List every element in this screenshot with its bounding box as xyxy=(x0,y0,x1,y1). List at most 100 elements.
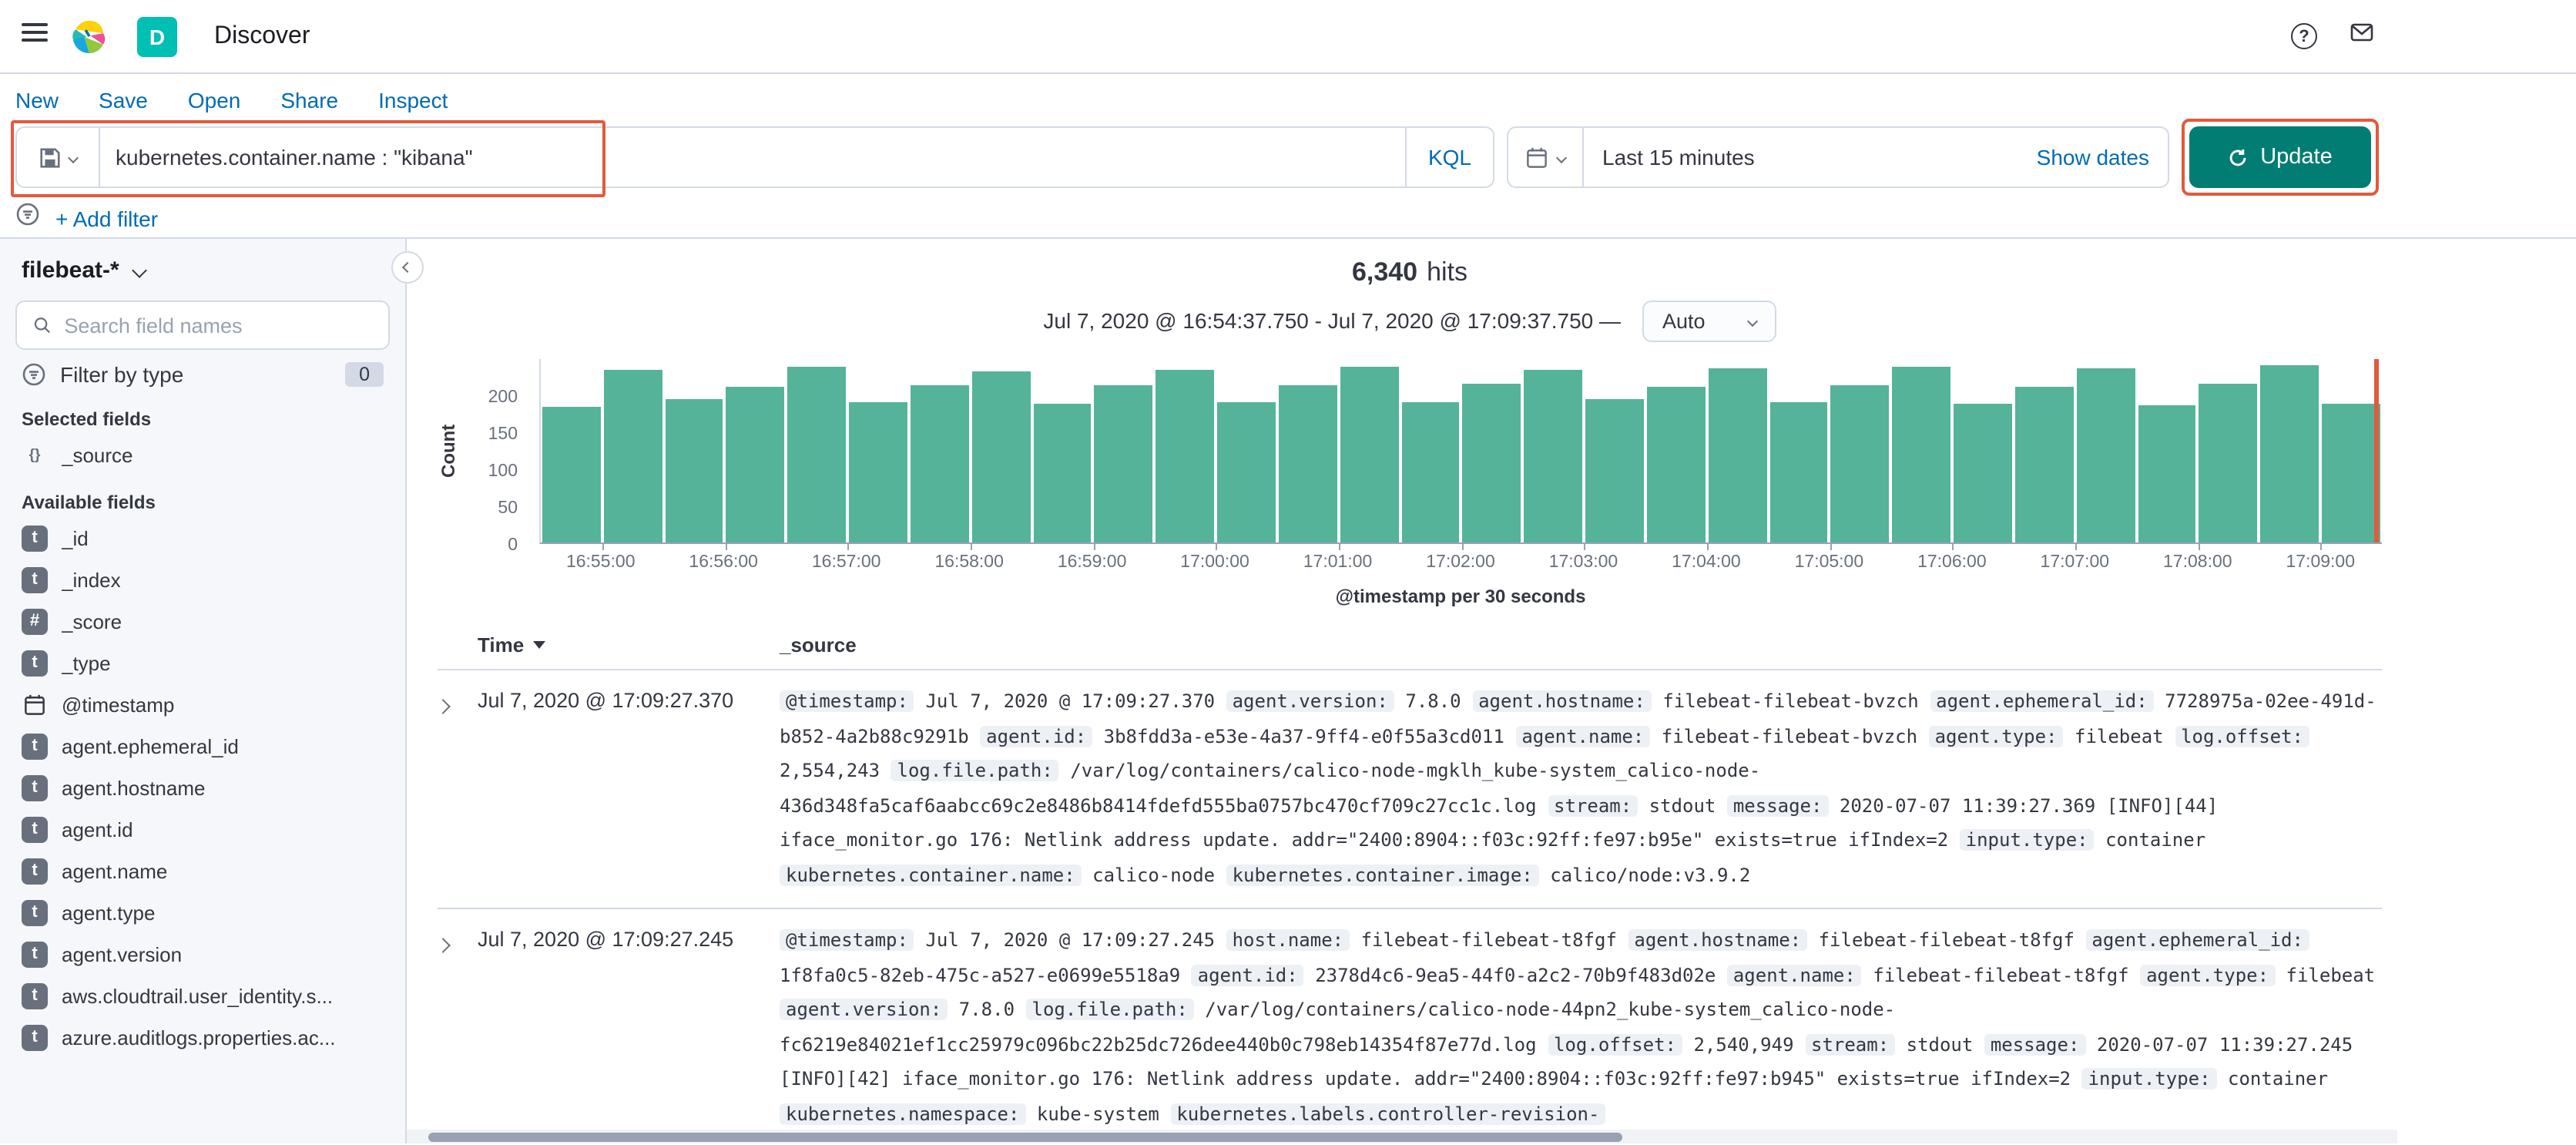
query-input[interactable] xyxy=(100,145,1405,170)
field-name: agent.type xyxy=(62,902,156,925)
histogram-bar xyxy=(971,371,1031,542)
histogram-bar xyxy=(542,407,601,542)
menu-item-share[interactable]: Share xyxy=(280,87,338,112)
field-value: filebeat-filebeat-t8fgf xyxy=(1360,929,1617,952)
histogram-plot-area[interactable] xyxy=(539,359,2382,550)
expand-row-button[interactable] xyxy=(435,684,478,893)
field-value: filebeat-filebeat-t8fgf xyxy=(1873,964,2129,986)
field-item-agent.version[interactable]: t agent.version xyxy=(12,934,393,975)
field-name: azure.auditlogs.properties.ac... xyxy=(62,1026,336,1049)
calendar-icon xyxy=(1527,146,1547,167)
interval-select[interactable]: Auto xyxy=(1642,300,1776,341)
expand-row-button[interactable] xyxy=(435,924,478,1133)
field-type-string-icon: t xyxy=(22,817,48,843)
field-key: agent.version: xyxy=(780,999,948,1021)
field-item-agent.id[interactable]: t agent.id xyxy=(12,809,393,851)
y-axis-tick-label: 0 xyxy=(508,536,518,555)
time-column-header[interactable]: Time xyxy=(478,633,780,656)
field-key: input.type: xyxy=(2081,1068,2217,1090)
index-pattern-select[interactable]: filebeat-* xyxy=(12,254,393,287)
field-key: log.offset: xyxy=(1548,1033,1682,1056)
scrollbar-thumb[interactable] xyxy=(428,1132,1622,1141)
time-range-button[interactable]: Last 15 minutes xyxy=(1584,145,1773,170)
x-axis-tick-label: 17:05:00 xyxy=(1794,553,1864,572)
field-item-_type[interactable]: t _type xyxy=(12,643,393,684)
field-name: _score xyxy=(62,610,122,633)
filter-count-badge: 0 xyxy=(345,362,384,387)
search-field-names-input[interactable] xyxy=(64,314,373,337)
table-header: Time _source xyxy=(438,633,2382,670)
help-icon xyxy=(2291,23,2317,49)
menu-item-save[interactable]: Save xyxy=(99,87,148,112)
x-axis-tick-label: 17:09:00 xyxy=(2286,553,2356,572)
field-item-_id[interactable]: t _id xyxy=(12,518,393,559)
menu-item-new[interactable]: New xyxy=(15,87,59,112)
field-item-_source[interactable]: {} _source xyxy=(12,435,393,476)
x-axis-tick-label: 17:00:00 xyxy=(1180,553,1249,572)
field-key: agent.hostname: xyxy=(1472,690,1652,712)
x-axis-tick-label: 16:58:00 xyxy=(934,553,1004,572)
histogram-bar xyxy=(1769,402,1828,542)
menu-item-open[interactable]: Open xyxy=(188,87,241,112)
x-axis-tick-label: 17:06:00 xyxy=(1917,553,1987,572)
field-value: calico/node:v3.9.2 xyxy=(1550,864,1751,886)
field-value: stdout xyxy=(1906,1033,1974,1056)
histogram-bar xyxy=(1585,398,1644,542)
histogram-bars xyxy=(541,359,2382,542)
field-value: container xyxy=(2105,829,2206,851)
field-value: filebeat xyxy=(2286,964,2376,986)
x-axis-tick-label: 16:55:00 xyxy=(565,553,636,572)
field-search xyxy=(15,301,390,350)
field-item-agent.ephemeral_id[interactable]: t agent.ephemeral_id xyxy=(12,726,393,767)
screen: D Discover New Save Open Share Inspect xyxy=(0,0,2576,1145)
elastic-logo[interactable] xyxy=(69,16,109,56)
x-axis-tick xyxy=(847,542,850,550)
histogram-bar xyxy=(2260,365,2319,542)
menu-button[interactable] xyxy=(22,18,48,54)
field-key: agent.version: xyxy=(1226,690,1394,712)
field-item-agent.name[interactable]: t agent.name xyxy=(12,851,393,892)
field-name: agent.version xyxy=(62,943,183,966)
histogram-bar xyxy=(726,386,785,542)
add-filter-button[interactable]: + Add filter xyxy=(55,206,158,230)
space-badge[interactable]: D xyxy=(137,16,177,56)
field-item-_index[interactable]: t _index xyxy=(12,559,393,601)
update-button[interactable]: Update xyxy=(2189,126,2371,188)
query-language-button[interactable]: KQL xyxy=(1404,128,1493,186)
chevron-down-icon xyxy=(67,151,79,163)
field-item-agent.hostname[interactable]: t agent.hostname xyxy=(12,767,393,809)
field-type-string-icon: t xyxy=(22,525,48,552)
field-key: agent.name: xyxy=(1726,964,1862,986)
field-value: 1f8fa0c5-82eb-475c-a527-e0699e5518a9 xyxy=(780,964,1181,986)
collapse-sidebar-button[interactable] xyxy=(391,251,424,284)
newsfeed-button[interactable] xyxy=(2348,20,2376,52)
menu-item-inspect[interactable]: Inspect xyxy=(378,87,448,112)
field-name: agent.hostname xyxy=(62,777,206,800)
field-name: _source xyxy=(62,444,133,467)
field-name: aws.cloudtrail.user_identity.s... xyxy=(62,985,334,1008)
histogram-bar xyxy=(1278,385,1337,542)
sort-descending-icon xyxy=(533,641,546,649)
field-key: @timestamp: xyxy=(780,929,914,952)
field-item-azure.auditlogs.properties.ac...[interactable]: t azure.auditlogs.properties.ac... xyxy=(12,1017,393,1059)
field-key: kubernetes.container.image: xyxy=(1226,864,1539,886)
field-item-@timestamp[interactable]: @timestamp xyxy=(12,684,393,726)
field-value: filebeat-filebeat-bvzch xyxy=(1662,690,1919,712)
help-button[interactable] xyxy=(2291,23,2317,49)
date-picker: Last 15 minutes Show dates xyxy=(1507,126,2169,188)
field-type-string-icon: t xyxy=(22,900,48,926)
histogram-bar xyxy=(2322,404,2380,542)
field-key: stream: xyxy=(1805,1033,1896,1056)
field-item-aws.cloudtrail.user_identity.s...[interactable]: t aws.cloudtrail.user_identity.s... xyxy=(12,975,393,1017)
field-name: agent.ephemeral_id xyxy=(62,735,239,758)
annotation-box-update: Update xyxy=(2182,119,2379,196)
show-dates-button[interactable]: Show dates xyxy=(2018,145,2168,170)
save-query-button[interactable] xyxy=(17,128,100,186)
date-quick-select-button[interactable] xyxy=(1508,128,1584,186)
filter-options-button[interactable] xyxy=(15,202,40,234)
filter-by-type[interactable]: Filter by type 0 xyxy=(12,350,393,393)
field-item-agent.type[interactable]: t agent.type xyxy=(12,892,393,934)
field-item-_score[interactable]: # _score xyxy=(12,601,393,643)
field-type-string-icon: t xyxy=(22,567,48,593)
table-row: Jul 7, 2020 @ 17:09:27.245 @timestamp: Ju… xyxy=(435,910,2382,1145)
